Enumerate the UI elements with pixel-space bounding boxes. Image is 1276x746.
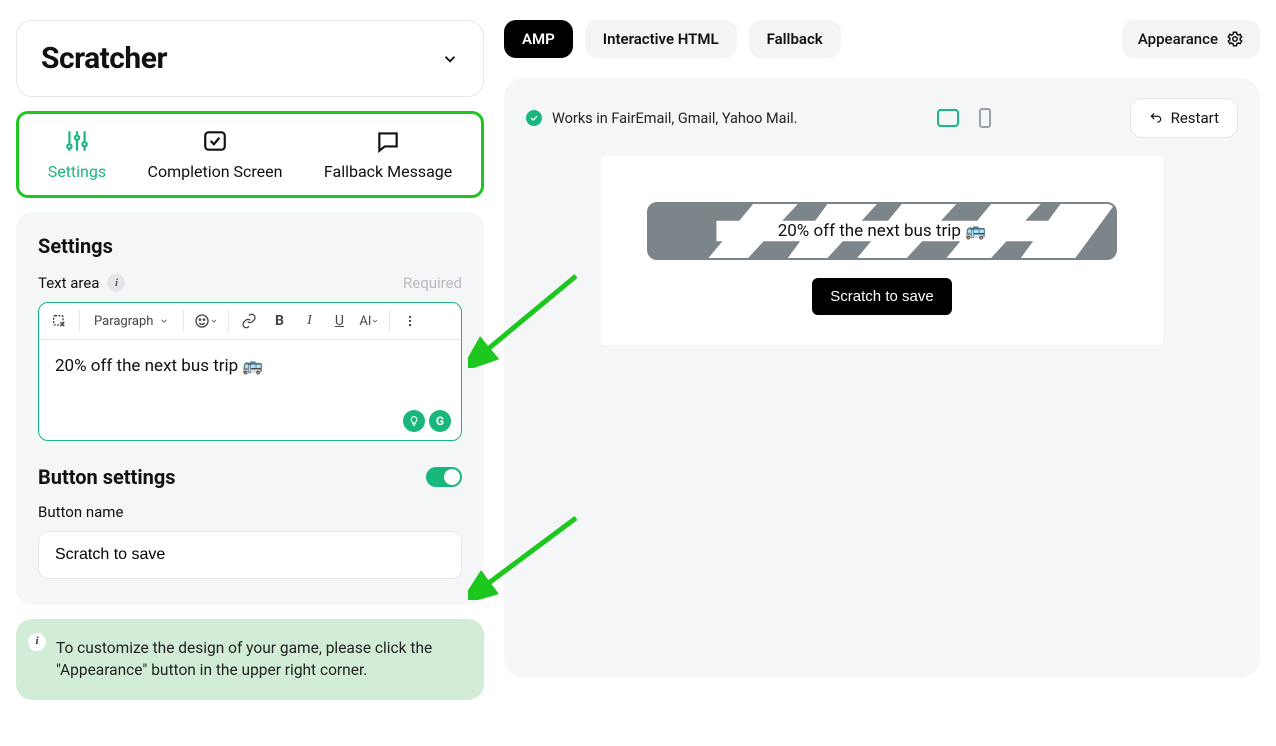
button-name-label: Button name: [38, 503, 462, 521]
tab-interactive-html[interactable]: Interactive HTML: [585, 20, 737, 58]
tab-fallback-label: Fallback Message: [324, 162, 452, 181]
gear-icon: [1226, 30, 1244, 48]
check-icon: [526, 110, 542, 126]
settings-panel: Settings Text area i Required Paragraph: [16, 212, 484, 605]
sliders-icon: [64, 128, 90, 154]
emoji-button[interactable]: [190, 307, 222, 335]
editor-toolbar: Paragraph B I U AI: [39, 303, 461, 340]
text-area-label: Text area i: [38, 274, 125, 292]
button-settings-title: Button settings: [38, 465, 176, 489]
message-icon: [375, 128, 401, 154]
tab-amp[interactable]: AMP: [504, 20, 573, 58]
appearance-button[interactable]: Appearance: [1122, 20, 1260, 58]
format-clear-button[interactable]: [45, 307, 73, 335]
chevron-down-icon: [441, 50, 459, 68]
tab-completion[interactable]: Completion Screen: [148, 128, 283, 181]
chevron-down-icon: [210, 317, 218, 325]
editor-tabs: Settings Completion Screen Fallback Mess…: [16, 111, 484, 198]
desktop-view-button[interactable]: [937, 109, 959, 127]
hint-bulb-icon[interactable]: [403, 410, 425, 432]
ai-button[interactable]: AI: [355, 307, 383, 335]
italic-button[interactable]: I: [295, 307, 323, 335]
email-preview: 20% off the next bus trip 🚌 Scratch to s…: [601, 156, 1163, 345]
tab-fallback[interactable]: Fallback: [749, 20, 841, 58]
rich-text-editor: Paragraph B I U AI: [38, 302, 462, 441]
paragraph-select[interactable]: Paragraph: [86, 307, 177, 335]
text-area-input[interactable]: 20% off the next bus trip 🚌: [39, 340, 461, 440]
chevron-down-icon: [159, 316, 169, 326]
settings-title: Settings: [38, 234, 462, 258]
bold-button[interactable]: B: [265, 307, 293, 335]
tab-settings[interactable]: Settings: [48, 128, 106, 181]
hint-text: To customize the design of your game, pl…: [56, 639, 432, 679]
restart-button[interactable]: Restart: [1130, 98, 1238, 138]
tab-fallback[interactable]: Fallback Message: [324, 128, 452, 181]
underline-button[interactable]: U: [325, 307, 353, 335]
link-button[interactable]: [235, 307, 263, 335]
mode-tabs: AMP Interactive HTML Fallback: [504, 20, 841, 58]
preview-pane: Works in FairEmail, Gmail, Yahoo Mail. R…: [504, 78, 1260, 678]
component-header[interactable]: Scratcher: [16, 20, 484, 97]
chevron-down-icon: [371, 317, 379, 325]
tab-completion-label: Completion Screen: [148, 162, 283, 181]
more-button[interactable]: [396, 307, 424, 335]
button-settings-toggle[interactable]: [426, 467, 462, 487]
mobile-view-button[interactable]: [979, 108, 991, 128]
compatibility-note: Works in FairEmail, Gmail, Yahoo Mail.: [526, 110, 797, 127]
grammarly-icon[interactable]: G: [429, 410, 451, 432]
component-title: Scratcher: [41, 41, 167, 76]
info-icon[interactable]: i: [107, 274, 125, 292]
appearance-hint: i To customize the design of your game, …: [16, 619, 484, 700]
scratch-area[interactable]: 20% off the next bus trip 🚌: [647, 202, 1117, 260]
undo-icon: [1149, 111, 1163, 125]
button-name-input[interactable]: [38, 531, 462, 579]
tab-settings-label: Settings: [48, 162, 106, 181]
scratch-save-button[interactable]: Scratch to save: [812, 278, 951, 315]
check-square-icon: [202, 128, 228, 154]
scratch-text: 20% off the next bus trip 🚌: [772, 219, 993, 243]
required-label: Required: [403, 274, 462, 292]
info-icon: i: [28, 633, 46, 651]
